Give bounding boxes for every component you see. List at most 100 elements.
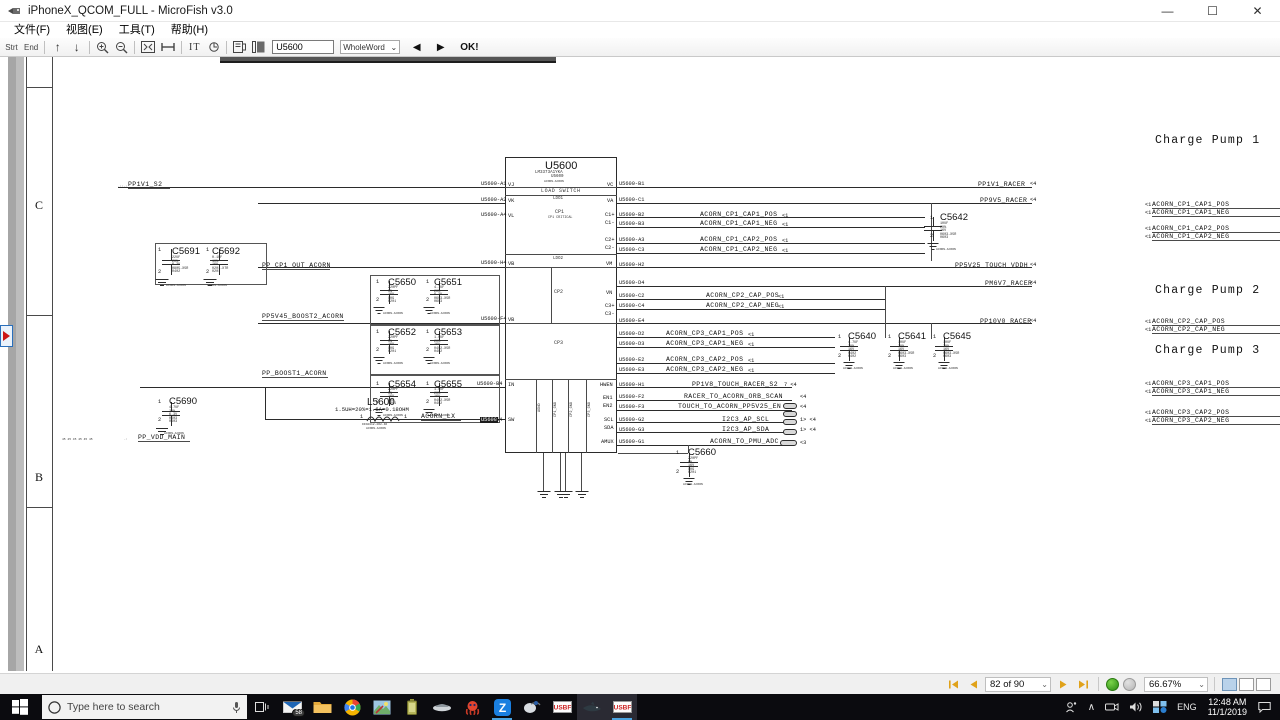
net-acorn-cp1-cap1-pos[interactable]: ACORN_CP1_CAP1_POS [700,211,777,218]
net-acorn-cp1-cap1-neg[interactable]: ACORN_CP1_CAP1_NEG [700,220,777,227]
ic-u5600-body[interactable] [505,157,617,453]
net-acorn-lx[interactable]: ACORN_LX [421,413,455,420]
farnet-acorn-cp2-cap-neg[interactable]: ACORN_CP2_CAP_NEG [1152,326,1225,333]
hardware-icon[interactable] [427,694,457,720]
fit-width-icon[interactable] [159,39,177,56]
search-next-button[interactable]: ▶ [432,39,449,56]
shark-icon[interactable] [577,694,607,720]
arrow-up-icon[interactable]: ↑ [49,39,66,56]
goto-end-button[interactable]: End [22,39,40,56]
net-pp5v25-touch-vddh[interactable]: PP5V25_TOUCH_VDDH [955,262,1028,269]
net-acorn-cp1-cap2-pos[interactable]: ACORN_CP1_CAP2_POS [700,236,777,243]
farnet-acorn-cp1-cap1-pos[interactable]: ACORN_CP1_CAP1_POS [1152,201,1229,208]
arrow-down-icon[interactable]: ↓ [68,39,85,56]
status-active-icon[interactable] [1106,677,1119,691]
farnet-acorn-cp1-cap1-neg[interactable]: ACORN_CP1_CAP1_NEG [1152,209,1229,216]
status-inactive-icon[interactable] [1123,677,1136,691]
menu-help[interactable]: 帮助(H) [163,22,216,38]
farnet-acorn-cp2-cap-pos[interactable]: ACORN_CP2_CAP_POS [1152,318,1225,325]
menu-tools[interactable]: 工具(T) [111,22,163,38]
farnet-acorn-cp3-cap1-neg[interactable]: ACORN_CP3_CAP1_NEG [1152,388,1229,395]
last-page-button[interactable] [1073,675,1093,693]
people-icon[interactable] [1060,694,1083,720]
net-acorn-cp3-cap1-neg[interactable]: ACORN_CP3_CAP1_NEG [666,340,743,347]
net-pp-cp1-out-acorn[interactable]: PP_CP1_OUT_ACORN [262,262,331,269]
pan-hand-icon[interactable] [205,39,222,56]
volume-icon[interactable] [1124,694,1148,720]
farnet-acorn-cp3-cap2-neg[interactable]: ACORN_CP3_CAP2_NEG [1152,417,1229,424]
zalo-icon[interactable]: Z [487,694,517,720]
layout-panel-icon[interactable] [250,39,267,56]
chrome-icon[interactable] [337,694,367,720]
inductor-l5600-symbol[interactable] [366,412,404,422]
farnet-acorn-cp1-cap2-pos[interactable]: ACORN_CP1_CAP2_POS [1152,225,1229,232]
maximize-button[interactable]: ☐ [1190,0,1235,22]
snapshot-icon[interactable] [231,39,248,56]
net-pp1v8-touch-racer-s2[interactable]: PP1V8_TOUCH_RACER_S2 [692,381,778,388]
view-mode-facing-button[interactable] [1256,677,1271,691]
close-button[interactable]: ✕ [1235,0,1280,22]
search-input[interactable] [272,40,335,54]
page-indicator[interactable]: 82 of 90 ⌄ [985,676,1051,692]
fit-page-icon[interactable] [139,39,157,56]
farnet-acorn-cp1-cap2-neg[interactable]: ACORN_CP1_CAP2_NEG [1152,233,1229,240]
zoom-level-selector[interactable]: 66.67% ⌄ [1144,676,1208,692]
notification-icon[interactable] [1253,694,1276,720]
network-icon[interactable] [1100,694,1124,720]
usbfix-icon[interactable]: USBF [547,694,577,720]
ok-button[interactable]: OK! [460,42,478,53]
net-acorn-to-pmu-adc[interactable]: ACORN_TO_PMU_ADC [710,438,779,445]
net-pp1v1-s2[interactable]: PP1V1_S2 [128,181,162,188]
chevron-up-icon[interactable]: ∧ [1083,694,1100,720]
net-acorn-cp1-cap2-neg[interactable]: ACORN_CP1_CAP2_NEG [700,246,777,253]
view-mode-continuous-button[interactable] [1239,677,1254,691]
net-acorn-cp2-cap-pos[interactable]: ACORN_CP2_CAP_POS [706,292,779,299]
menu-view[interactable]: 视图(E) [58,22,111,38]
next-page-button[interactable] [1053,675,1073,693]
net-pm6v7-racer[interactable]: PM6V7_RACER [985,280,1032,287]
language-indicator[interactable]: ENG [1172,694,1202,720]
net-pp-boost1-acorn[interactable]: PP_BOOST1_ACORN [262,370,327,377]
clock[interactable]: 12:48 AM 11/1/2019 [1202,697,1253,717]
first-page-button[interactable] [943,675,963,693]
battery-tool-icon[interactable] [397,694,427,720]
paint-icon[interactable] [367,694,397,720]
file-explorer-icon[interactable] [307,694,337,720]
match-mode-dropdown[interactable]: WholeWord ⌄ [340,40,401,54]
octopus-icon[interactable] [457,694,487,720]
net-pp5v45-boost2-acorn[interactable]: PP5V45_BOOST2_ACORN [262,313,344,320]
view-mode-single-button[interactable] [1222,677,1237,691]
mail-icon[interactable]: 58 [277,694,307,720]
farnet-acorn-cp3-cap1-pos[interactable]: ACORN_CP3_CAP1_POS [1152,380,1229,387]
ic-pin-cp3gnd: CP3_GND [588,401,592,417]
net-pp10v0-racer[interactable]: PP10V0_RACER [980,318,1032,325]
net-acorn-cp2-cap-neg[interactable]: ACORN_CP2_CAP_NEG [706,302,779,309]
net-pp-vdd-main[interactable]: PP_VDD_MAIN [138,434,185,441]
bluetooth-icon[interactable] [1148,694,1172,720]
net-acorn-cp3-cap2-pos[interactable]: ACORN_CP3_CAP2_POS [666,356,743,363]
net-acorn-cp3-cap2-neg[interactable]: ACORN_CP3_CAP2_NEG [666,366,743,373]
net-pp9v5-racer[interactable]: PP9V5_RACER [980,197,1027,204]
minimize-button[interactable]: — [1145,0,1190,22]
task-view-icon[interactable] [247,694,277,720]
schematic-canvas[interactable]: C B A U5600 LM3373A1YKA U5600 ACORN-ACOR… [0,57,1280,671]
net-acorn-cp3-cap1-pos[interactable]: ACORN_CP3_CAP1_POS [666,330,743,337]
text-tool-icon[interactable]: IT [186,39,203,56]
search-prev-button[interactable]: ◀ [408,39,425,56]
windows-start-icon[interactable] [0,694,40,720]
net-touch-to-acorn-pp5v25-en[interactable]: TOUCH_TO_ACORN_PP5V25_EN [678,403,781,410]
farnet-acorn-cp3-cap2-pos[interactable]: ACORN_CP3_CAP2_POS [1152,409,1229,416]
goto-start-button[interactable]: Strt [3,39,20,56]
net-i2c3-ap-sda[interactable]: I2C3_AP_SDA [722,426,769,433]
zoom-out-icon[interactable] [113,39,130,56]
prev-page-button[interactable] [963,675,983,693]
net-pp1v1-racer[interactable]: PP1V1_RACER [978,181,1025,188]
microfish-window-icon[interactable]: USBF [607,694,637,720]
net-racer-to-acorn-orb-scan[interactable]: RACER_TO_ACORN_ORB_SCAN [684,393,783,400]
title-bar: iPhoneX_QCOM_FULL - MicroFish v3.0 — ☐ ✕ [0,0,1280,22]
net-i2c3-ap-scl[interactable]: I2C3_AP_SCL [722,416,769,423]
menu-file[interactable]: 文件(F) [6,22,58,38]
search-input[interactable]: Type here to search [42,695,247,719]
mouse-icon[interactable] [517,694,547,720]
zoom-in-icon[interactable] [94,39,111,56]
